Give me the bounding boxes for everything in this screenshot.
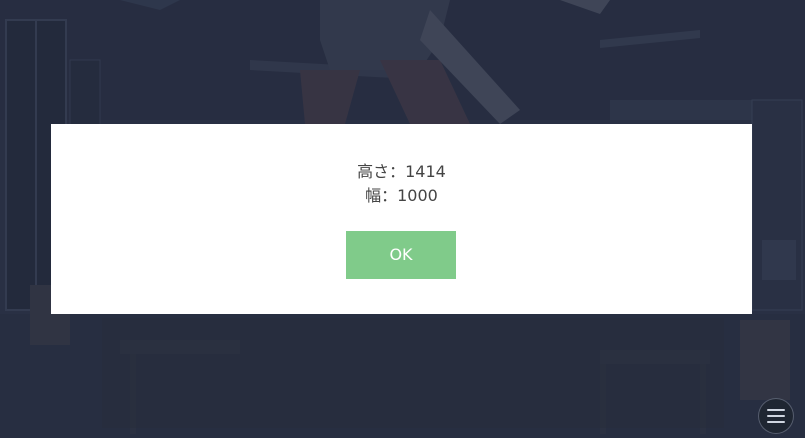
dialog-message: 高さ：1414 幅：1000 [51,160,752,208]
message-window [102,318,724,428]
hamburger-menu-icon [767,409,785,423]
alert-dialog: 高さ：1414 幅：1000 OK [51,124,752,314]
dialog-line-height: 高さ：1414 [357,162,446,181]
dialog-line-width: 幅：1000 [365,186,438,205]
ok-button[interactable]: OK [346,231,456,279]
game-screen: 高さ：1414 幅：1000 OK [0,0,805,438]
menu-button[interactable] [758,398,794,434]
